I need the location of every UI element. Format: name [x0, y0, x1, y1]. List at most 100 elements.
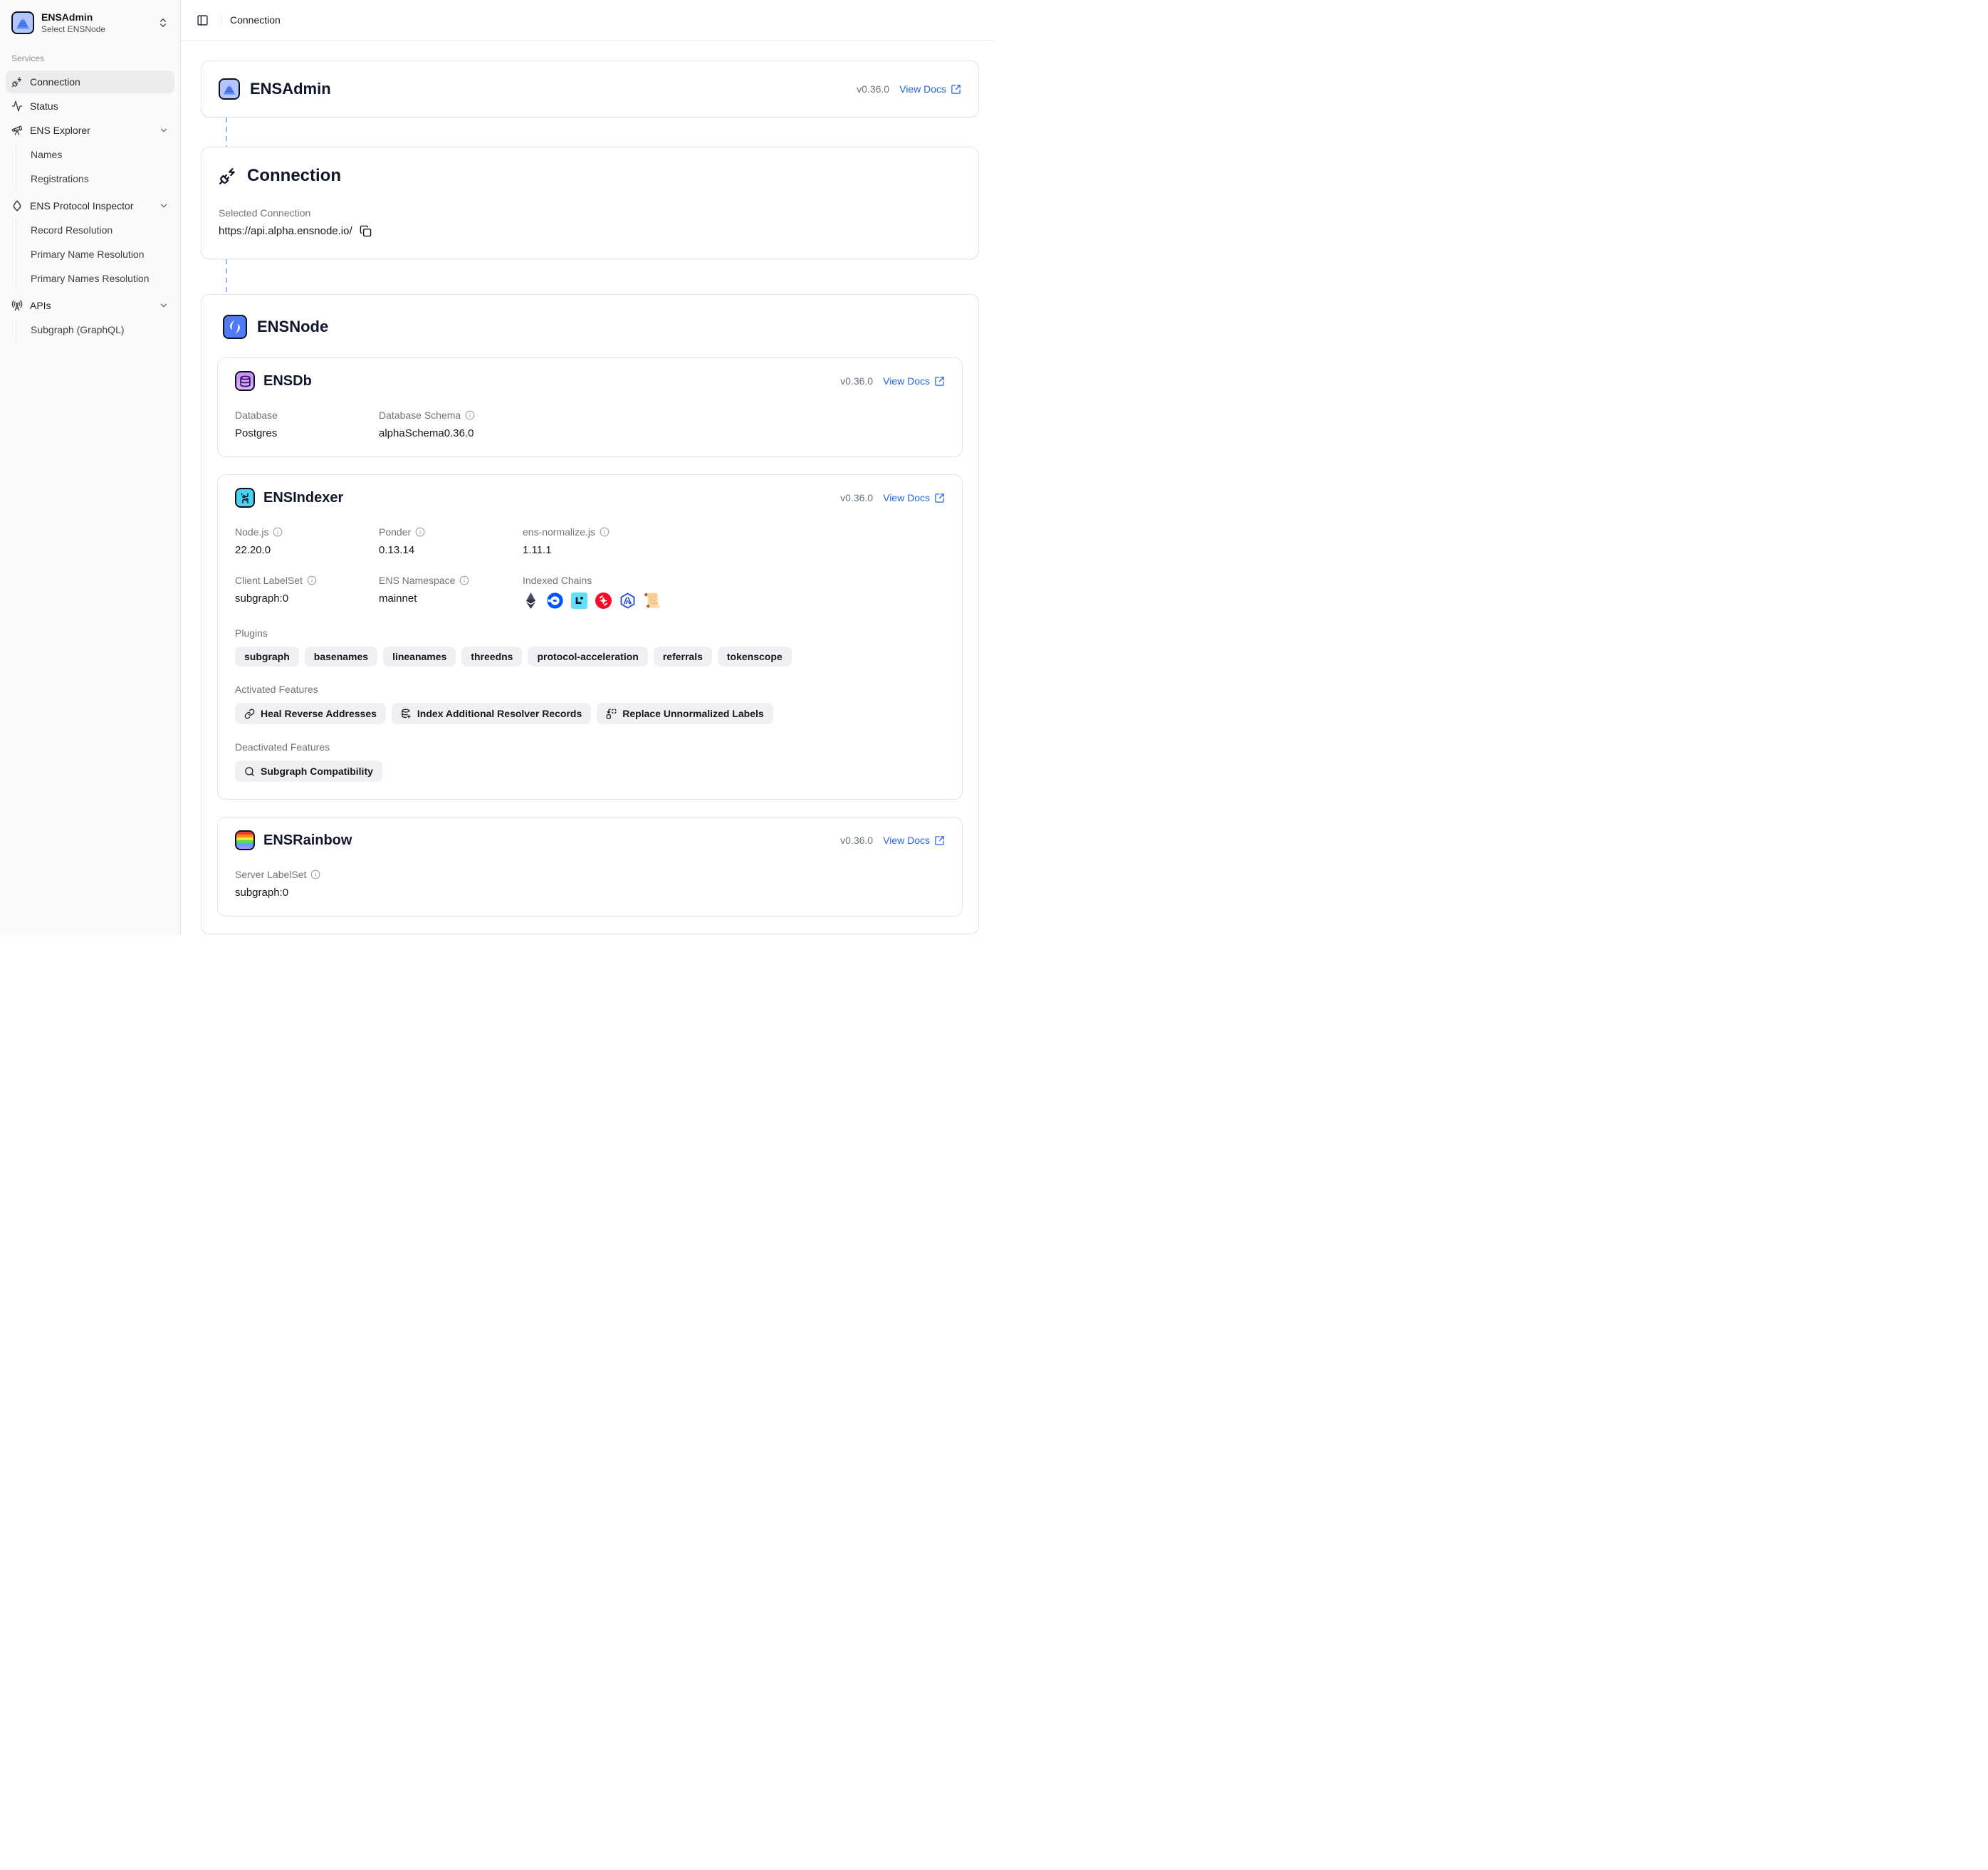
plugin-chip: protocol-acceleration [528, 647, 647, 667]
ensrainbow-view-docs-link[interactable]: View Docs [883, 835, 945, 846]
sidebar-item-label: APIs [30, 300, 51, 311]
ensdb-logo-icon [235, 371, 255, 391]
ens-namespace-value: mainnet [379, 592, 469, 605]
copy-url-button[interactable] [360, 225, 372, 237]
plugins-label: Plugins [235, 627, 945, 639]
ensindexer-card: ENSIndexer v0.36.0 View Docs Node.js [217, 474, 963, 800]
replace-icon [606, 709, 617, 719]
sidebar-item-ens-explorer[interactable]: ENS Explorer [6, 119, 174, 142]
ensindexer-view-docs-link[interactable]: View Docs [883, 492, 945, 503]
info-icon[interactable] [273, 527, 283, 537]
ethereum-chain-icon [523, 592, 539, 609]
sidebar-item-names[interactable]: Names [23, 143, 174, 166]
sidebar-item-subgraph-graphql[interactable]: Subgraph (GraphQL) [23, 318, 174, 341]
nodejs-field: Node.js 22.20.0 [235, 526, 283, 556]
ensadmin-version: v0.36.0 [857, 83, 889, 95]
sidebar-item-record-resolution[interactable]: Record Resolution [23, 219, 174, 241]
feature-chip-label: Heal Reverse Addresses [261, 708, 377, 719]
activated-features-label: Activated Features [235, 684, 945, 695]
plugin-chip: referrals [654, 647, 712, 667]
server-labelset-value: subgraph:0 [235, 887, 945, 899]
plugin-chip: subgraph [235, 647, 299, 667]
client-labelset-label: Client LabelSet [235, 575, 303, 586]
feature-chip-label: Index Additional Resolver Records [417, 708, 582, 719]
ens-diamond-icon [11, 200, 23, 211]
breadcrumb: Connection [230, 14, 281, 26]
sidebar-item-status[interactable]: Status [6, 95, 174, 117]
ensdb-version: v0.36.0 [840, 375, 873, 387]
ensnode-logo-icon [223, 315, 247, 339]
database-field: Database Postgres [235, 409, 278, 439]
indexed-chains-field: Indexed Chains [523, 575, 660, 609]
sidebar-toggle-button[interactable] [192, 10, 212, 30]
ponder-field: Ponder 0.13.14 [379, 526, 425, 556]
view-docs-label: View Docs [883, 375, 930, 387]
sidebar-group-label: Services [6, 41, 174, 70]
panel-left-icon [197, 14, 209, 26]
card-connector-line [226, 117, 227, 147]
info-icon[interactable] [465, 410, 475, 420]
ensindexer-version: v0.36.0 [840, 492, 873, 503]
sidebar-item-label: ENS Explorer [30, 125, 90, 136]
feature-chip-index-additional-resolver-records: Index Additional Resolver Records [392, 703, 591, 724]
feature-chip-label: Replace Unnormalized Labels [622, 708, 763, 719]
sidebar-item-label: Connection [30, 76, 80, 88]
info-icon[interactable] [459, 575, 469, 585]
chevrons-up-down-icon[interactable] [157, 17, 169, 28]
app-subtitle: Select ENSNode [41, 24, 150, 35]
search-icon [244, 766, 255, 777]
feature-chip-replace-unnormalized-labels: Replace Unnormalized Labels [597, 703, 773, 724]
sidebar-item-apis[interactable]: APIs [6, 294, 174, 317]
ensrainbow-version: v0.36.0 [840, 835, 873, 846]
sidebar: ENSAdmin Select ENSNode Services Connect… [0, 0, 181, 935]
connection-card-title: Connection [247, 166, 341, 186]
topbar: Connection [181, 0, 994, 41]
selected-connection-label: Selected Connection [219, 207, 961, 219]
ens-normalize-value: 1.11.1 [523, 544, 610, 556]
apis-submenu: Subgraph (GraphQL) [16, 318, 174, 341]
ensadmin-logo-icon [11, 11, 34, 34]
info-icon[interactable] [415, 527, 425, 537]
database-schema-label: Database Schema [379, 409, 461, 421]
database-schema-field: Database Schema alphaSchema0.36.0 [379, 409, 475, 439]
sidebar-item-label: Registrations [31, 173, 89, 184]
ens-normalize-field: ens-normalize.js 1.11.1 [523, 526, 610, 556]
feature-chip-heal-reverse-addresses: Heal Reverse Addresses [235, 703, 386, 724]
client-labelset-field: Client LabelSet subgraph:0 [235, 575, 317, 605]
telescope-icon [11, 125, 23, 136]
server-labelset-field: Server LabelSet subgraph:0 [235, 869, 945, 899]
sidebar-item-ens-protocol-inspector[interactable]: ENS Protocol Inspector [6, 194, 174, 217]
sidebar-item-label: Names [31, 149, 62, 160]
info-icon[interactable] [310, 869, 320, 879]
scroll-chain-icon: 📜 [644, 592, 660, 609]
ens-namespace-field: ENS Namespace mainnet [379, 575, 469, 605]
base-chain-icon [547, 592, 563, 609]
view-docs-label: View Docs [899, 83, 946, 95]
feature-chip-label: Subgraph Compatibility [261, 766, 373, 777]
ensadmin-logo-icon [219, 78, 240, 100]
plugin-chip: threedns [461, 647, 522, 667]
ensdb-view-docs-link[interactable]: View Docs [883, 375, 945, 387]
sidebar-item-registrations[interactable]: Registrations [23, 167, 174, 190]
optimism-chain-icon [595, 592, 612, 609]
ens-protocol-inspector-submenu: Record Resolution Primary Name Resolutio… [16, 219, 174, 290]
deactivated-features-row: Subgraph Compatibility [235, 761, 945, 782]
external-link-icon [951, 84, 961, 95]
info-icon[interactable] [600, 527, 610, 537]
ensadmin-view-docs-link[interactable]: View Docs [899, 83, 961, 95]
sidebar-item-label: ENS Protocol Inspector [30, 200, 134, 211]
chevron-down-icon [159, 301, 169, 310]
ens-namespace-label: ENS Namespace [379, 575, 455, 586]
sidebar-item-connection[interactable]: Connection [6, 70, 174, 93]
info-icon[interactable] [307, 575, 317, 585]
client-labelset-value: subgraph:0 [235, 592, 317, 605]
server-labelset-label: Server LabelSet [235, 869, 306, 880]
ensadmin-card: ENSAdmin v0.36.0 View Docs [201, 61, 979, 117]
sidebar-item-primary-name-resolution[interactable]: Primary Name Resolution [23, 243, 174, 266]
app-switcher[interactable]: ENSAdmin Select ENSNode [6, 6, 174, 41]
indexed-chains-label: Indexed Chains [523, 575, 592, 586]
sidebar-item-primary-names-resolution[interactable]: Primary Names Resolution [23, 267, 174, 290]
main-area: Connection ENSAdmin v0.36.0 View D [181, 0, 994, 935]
external-link-icon [934, 835, 945, 846]
plugin-chip: lineanames [383, 647, 456, 667]
